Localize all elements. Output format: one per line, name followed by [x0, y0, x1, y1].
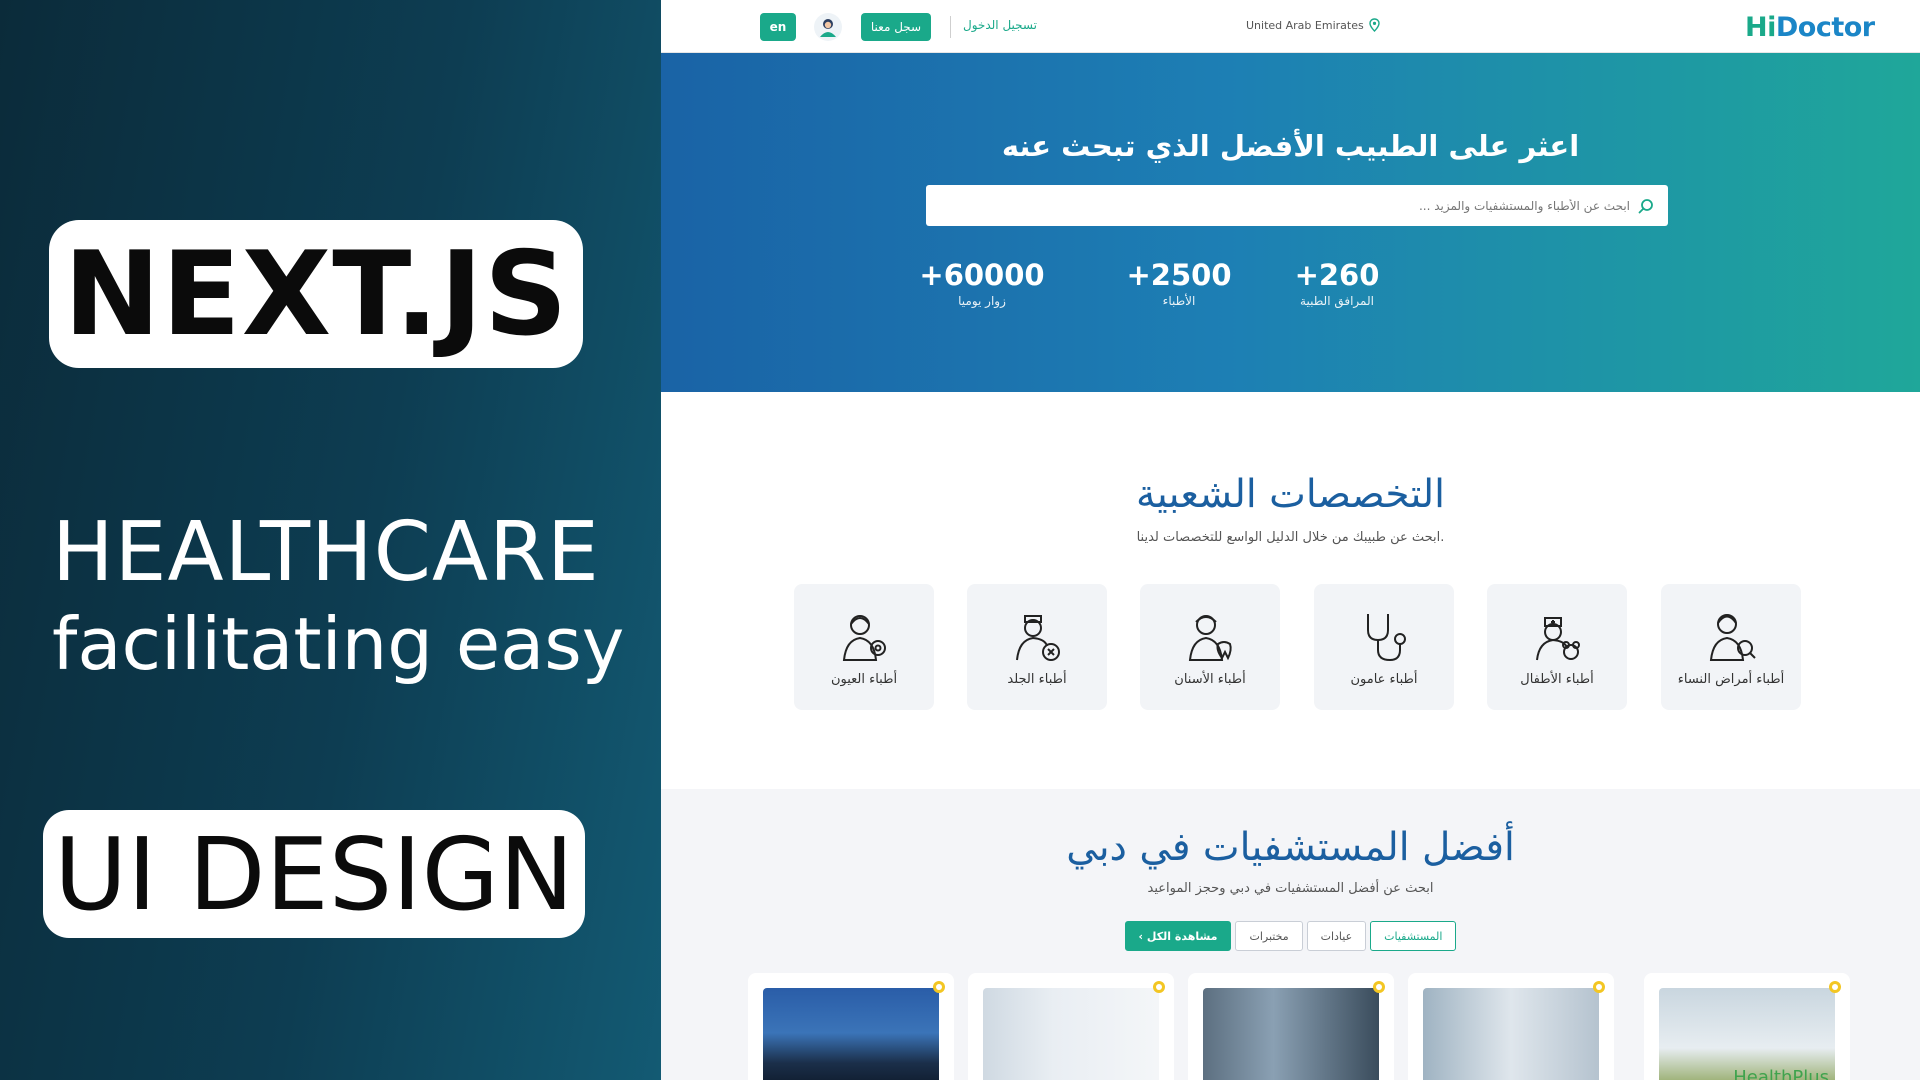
promo-headline: HEALTHCARE	[52, 505, 600, 600]
hospital-card[interactable]: HealthPlus	[1644, 973, 1850, 1080]
language-button[interactable]: en	[760, 13, 796, 41]
ui-design-badge: UI DESIGN	[43, 810, 585, 938]
healthplus-logo: HealthPlus	[1733, 1067, 1829, 1080]
navbar-divider	[950, 16, 951, 38]
award-badge-icon	[1153, 981, 1165, 993]
hospital-filters: ‹ مشاهدة الكل مختبرات عيادات المستشفيات	[661, 921, 1920, 951]
view-all-button[interactable]: ‹ مشاهدة الكل	[1124, 921, 1232, 951]
specialty-card-ophthalmologist[interactable]: أطباء العيون	[794, 584, 934, 710]
award-badge-icon	[933, 981, 945, 993]
user-avatar-icon	[820, 19, 836, 37]
hospital-image	[1423, 988, 1599, 1080]
stat-facilities: +260 المرافق الطبية	[1257, 258, 1417, 308]
chevron-left-icon: ‹	[1138, 929, 1147, 943]
specialty-card-dermatologist[interactable]: أطباء الجلد	[967, 584, 1107, 710]
stethoscope-icon	[1367, 613, 1406, 661]
stat-number: +60000	[919, 258, 1045, 292]
view-all-label: مشاهدة الكل	[1146, 929, 1218, 943]
stat-doctors: +2500 الأطباء	[1099, 258, 1259, 308]
nextjs-badge-text: NEXT.JS	[63, 226, 569, 362]
award-badge-icon	[1373, 981, 1385, 993]
specialty-label: أطباء الأطفال	[1520, 671, 1594, 687]
signup-button[interactable]: سجل معنا	[861, 13, 931, 41]
hospital-card[interactable]	[968, 973, 1174, 1080]
hospital-image	[763, 988, 939, 1080]
stat-label: الأطباء	[1162, 294, 1196, 308]
hospitals-title: أفضل المستشفيات في دبي	[1066, 825, 1515, 870]
specialty-card-gynecologist[interactable]: أطباء أمراض النساء	[1661, 584, 1801, 710]
promo-subheadline: facilitating easy	[52, 602, 625, 686]
hero-section: اعثر على الطبيب الأفضل الذي تبحث عنه +26…	[661, 53, 1920, 392]
logo-suffix: Doctor	[1775, 12, 1875, 43]
hospital-card[interactable]	[748, 973, 954, 1080]
search-icon	[1638, 198, 1653, 213]
filter-labs[interactable]: مختبرات	[1235, 921, 1303, 951]
stat-label: المرافق الطبية	[1300, 294, 1374, 308]
award-badge-icon	[1593, 981, 1605, 993]
gynecologist-icon	[1709, 613, 1756, 661]
user-avatar[interactable]	[814, 13, 842, 41]
hidoctor-logo[interactable]: HiDoctor	[1745, 12, 1875, 43]
login-link[interactable]: تسجيل الدخول	[963, 18, 1037, 32]
stat-visitors: +60000 زوار يوميا	[902, 258, 1062, 308]
specialty-card-dentist[interactable]: أطباء الأسنان	[1140, 584, 1280, 710]
hospital-card[interactable]	[1408, 973, 1614, 1080]
specialty-label: أطباء أمراض النساء	[1677, 671, 1785, 687]
pediatrician-icon	[1536, 616, 1580, 660]
dermatologist-icon	[1016, 614, 1060, 661]
ui-design-badge-text: UI DESIGN	[54, 815, 574, 933]
hero-title: اعثر على الطبيب الأفضل الذي تبحث عنه	[1001, 129, 1580, 163]
specialties-section: التخصصات الشعبية ابحث عن طبيبك من خلال ا…	[661, 392, 1920, 789]
search-input[interactable]	[1030, 198, 1630, 213]
hospitals-section: أفضل المستشفيات في دبي ابحث عن أفضل المس…	[661, 789, 1920, 1080]
hospital-card[interactable]	[1188, 973, 1394, 1080]
location-text: United Arab Emirates	[1246, 18, 1364, 32]
specialty-label: أطباء عامون	[1350, 671, 1418, 687]
website-preview: en سجل معنا تسجيل الدخول United Arab Emi…	[661, 0, 1920, 1080]
dentist-icon	[1188, 614, 1232, 661]
promo-panel: NEXT.JS HEALTHCARE facilitating easy UI …	[0, 0, 661, 1080]
logo-prefix: Hi	[1745, 12, 1776, 43]
specialties-subtitle: ابحث عن طبيبك من خلال الدليل الواسع للتخ…	[1136, 530, 1445, 545]
stat-label: زوار يوميا	[958, 294, 1006, 308]
hospital-image	[983, 988, 1159, 1080]
specialties-title: التخصصات الشعبية	[1135, 472, 1446, 517]
award-badge-icon	[1829, 981, 1841, 993]
specialty-label: أطباء الأسنان	[1174, 671, 1246, 687]
hero-search-bar[interactable]	[926, 185, 1668, 226]
hospitals-subtitle: ابحث عن أفضل المستشفيات في دبي وحجز المو…	[1147, 881, 1434, 896]
location-selector[interactable]: United Arab Emirates	[1246, 18, 1380, 32]
ophthalmologist-icon	[842, 614, 886, 661]
filter-clinics[interactable]: عيادات	[1306, 921, 1367, 951]
specialty-card-pediatrician[interactable]: أطباء الأطفال	[1487, 584, 1627, 710]
hospital-image	[1203, 988, 1379, 1080]
stat-number: +260	[1294, 258, 1380, 292]
location-pin-icon	[1369, 18, 1380, 32]
top-navbar: en سجل معنا تسجيل الدخول United Arab Emi…	[661, 0, 1920, 53]
specialty-label: أطباء العيون	[830, 671, 898, 687]
filter-hospitals[interactable]: المستشفيات	[1370, 921, 1457, 951]
specialty-card-general[interactable]: أطباء عامون	[1314, 584, 1454, 710]
stat-number: +2500	[1126, 258, 1232, 292]
hospital-image: HealthPlus	[1659, 988, 1835, 1080]
nextjs-badge: NEXT.JS	[49, 220, 583, 368]
specialty-label: أطباء الجلد	[1007, 671, 1067, 687]
